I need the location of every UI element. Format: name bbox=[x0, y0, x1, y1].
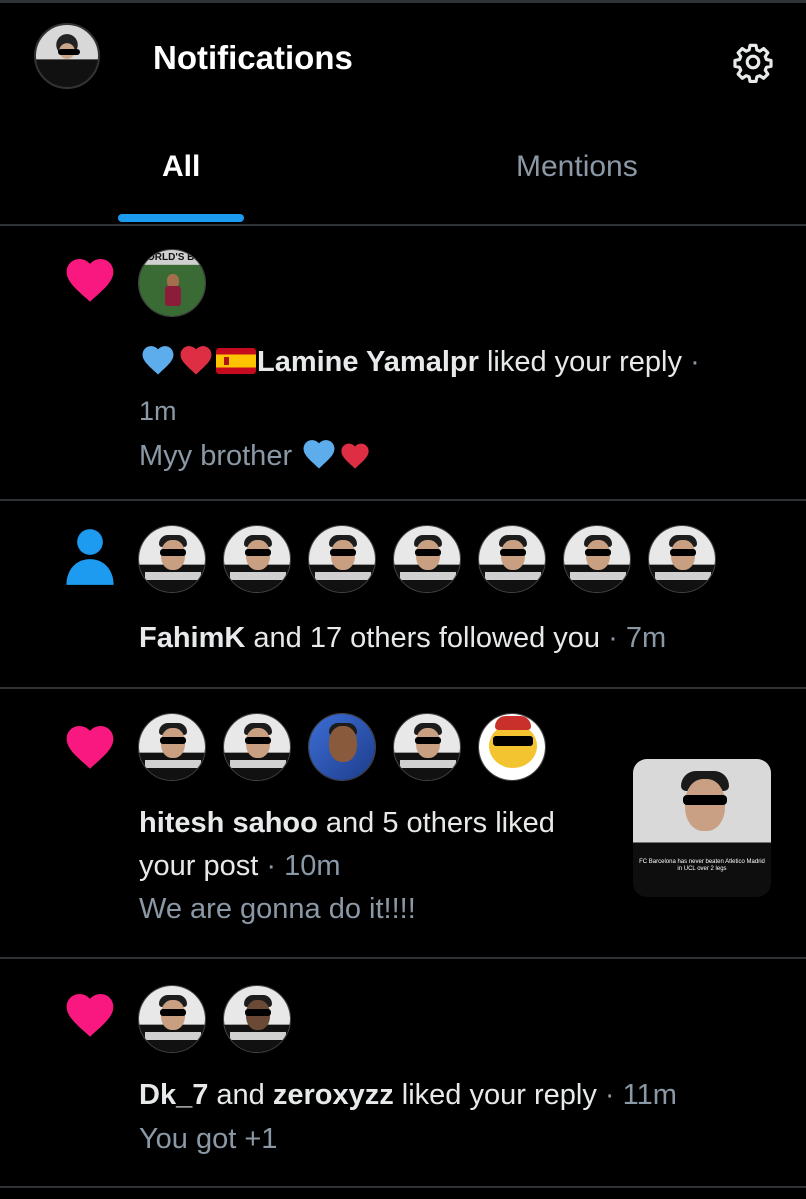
avatar[interactable] bbox=[223, 525, 291, 593]
avatar[interactable] bbox=[393, 525, 461, 593]
thumbnail-caption: FC Barcelona has never beaten Atletico M… bbox=[639, 859, 765, 872]
avatar[interactable] bbox=[223, 985, 291, 1053]
red-heart-icon bbox=[180, 346, 212, 375]
avatar[interactable] bbox=[648, 525, 716, 593]
avatar-group bbox=[138, 525, 718, 593]
notification-item[interactable]: Dk_7 and zeroxyzz liked your reply · 11m… bbox=[0, 961, 806, 1188]
separator-dot: · bbox=[690, 346, 700, 378]
heart-icon bbox=[66, 726, 114, 769]
user-name-2[interactable]: zeroxyzz bbox=[273, 1079, 394, 1111]
tab-mentions[interactable]: Mentions bbox=[516, 150, 638, 184]
timestamp: 1m bbox=[139, 396, 177, 426]
notification-text: FahimK and 17 others followed you · 7m bbox=[139, 622, 666, 655]
blue-heart-icon bbox=[142, 346, 174, 375]
action-text: liked your reply bbox=[486, 346, 682, 378]
post-thumbnail[interactable]: FC Barcelona has never beaten Atletico M… bbox=[633, 759, 771, 897]
conjunction-text: and bbox=[216, 1079, 265, 1111]
timestamp: 11m bbox=[622, 1079, 677, 1111]
user-name[interactable]: Dk_7 bbox=[139, 1079, 208, 1111]
notification-item[interactable]: FahimK and 17 others followed you · 7m bbox=[0, 503, 806, 689]
timestamp: 7m bbox=[625, 622, 667, 654]
avatar-group: ORLD'S BE bbox=[138, 249, 208, 317]
header: Notifications bbox=[0, 3, 806, 108]
snippet-text: Myy brother bbox=[139, 440, 293, 472]
red-heart-icon bbox=[341, 443, 369, 469]
notification-snippet: You got +1 bbox=[139, 1123, 278, 1155]
avatar[interactable] bbox=[393, 713, 461, 781]
avatar[interactable] bbox=[223, 713, 291, 781]
separator-dot: · bbox=[608, 622, 618, 654]
settings-button[interactable] bbox=[732, 41, 774, 84]
avatar[interactable] bbox=[138, 713, 206, 781]
profile-avatar[interactable] bbox=[34, 23, 100, 89]
action-text: and 5 others liked bbox=[325, 807, 555, 839]
action-text: and 17 others followed you bbox=[253, 622, 601, 654]
notification-text: Lamine Yamalpr liked your reply · bbox=[139, 342, 700, 379]
avatar[interactable] bbox=[138, 985, 206, 1053]
avatar[interactable] bbox=[478, 713, 546, 781]
spain-flag-icon bbox=[216, 348, 256, 374]
notification-item[interactable]: ORLD'S BE Lamine Yamalpr liked your repl… bbox=[0, 228, 806, 501]
heart-icon bbox=[66, 994, 114, 1037]
avatar[interactable] bbox=[563, 525, 631, 593]
person-icon bbox=[66, 529, 114, 585]
notification-text: hitesh sahoo and 5 others liked bbox=[139, 807, 555, 840]
notification-item[interactable]: hitesh sahoo and 5 others liked your pos… bbox=[0, 691, 806, 959]
separator-dot: · bbox=[266, 850, 277, 882]
tab-all[interactable]: All bbox=[162, 150, 200, 184]
user-name[interactable]: FahimK bbox=[139, 622, 245, 654]
notification-text: Dk_7 and zeroxyzz liked your reply · 11m bbox=[139, 1079, 677, 1112]
avatar[interactable] bbox=[138, 525, 206, 593]
active-tab-indicator bbox=[118, 214, 244, 222]
notification-snippet: We are gonna do it!!!! bbox=[139, 893, 416, 925]
avatar-group bbox=[138, 985, 298, 1053]
tab-bar: All Mentions bbox=[0, 120, 806, 226]
timestamp: 10m bbox=[284, 850, 341, 882]
gear-icon bbox=[733, 43, 773, 84]
action-text: liked your reply bbox=[401, 1079, 597, 1111]
heart-icon bbox=[66, 259, 114, 302]
page-title: Notifications bbox=[153, 39, 353, 76]
avatar[interactable] bbox=[478, 525, 546, 593]
avatar[interactable] bbox=[308, 713, 376, 781]
blue-heart-icon bbox=[303, 440, 335, 469]
avatar[interactable] bbox=[308, 525, 376, 593]
user-name[interactable]: hitesh sahoo bbox=[139, 807, 318, 839]
notification-snippet: Myy brother bbox=[139, 436, 372, 473]
separator-dot: · bbox=[604, 1079, 615, 1111]
action-text: your post bbox=[139, 850, 259, 882]
user-name[interactable]: Lamine Yamalpr bbox=[257, 346, 479, 378]
notification-text-line2: your post · 10m bbox=[139, 850, 341, 883]
avatar[interactable]: ORLD'S BE bbox=[138, 249, 206, 317]
avatar-group bbox=[138, 713, 548, 781]
